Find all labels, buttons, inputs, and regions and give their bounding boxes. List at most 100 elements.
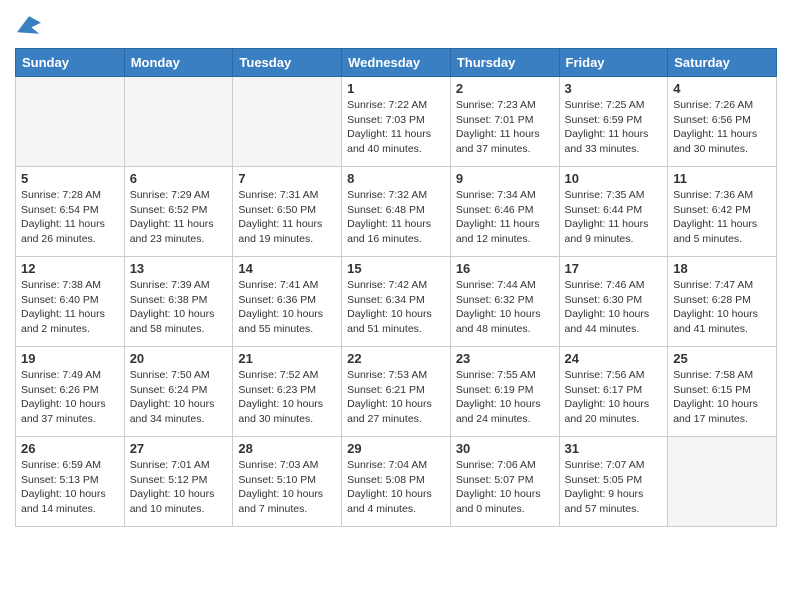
day-number: 10 bbox=[565, 171, 663, 186]
day-number: 19 bbox=[21, 351, 119, 366]
day-info: Sunrise: 7:03 AMSunset: 5:10 PMDaylight:… bbox=[238, 458, 336, 517]
calendar-cell: 15 Sunrise: 7:42 AMSunset: 6:34 PMDayligh… bbox=[342, 257, 451, 347]
calendar-week-2: 5 Sunrise: 7:28 AMSunset: 6:54 PMDaylight… bbox=[16, 167, 777, 257]
calendar-cell: 28 Sunrise: 7:03 AMSunset: 5:10 PMDayligh… bbox=[233, 437, 342, 527]
day-number: 27 bbox=[130, 441, 228, 456]
calendar-cell bbox=[16, 77, 125, 167]
calendar-cell: 9 Sunrise: 7:34 AMSunset: 6:46 PMDaylight… bbox=[450, 167, 559, 257]
day-number: 20 bbox=[130, 351, 228, 366]
calendar-week-4: 19 Sunrise: 7:49 AMSunset: 6:26 PMDayligh… bbox=[16, 347, 777, 437]
day-number: 8 bbox=[347, 171, 445, 186]
calendar-cell: 26 Sunrise: 6:59 AMSunset: 5:13 PMDayligh… bbox=[16, 437, 125, 527]
day-number: 30 bbox=[456, 441, 554, 456]
day-info: Sunrise: 7:28 AMSunset: 6:54 PMDaylight:… bbox=[21, 188, 119, 247]
day-info: Sunrise: 7:29 AMSunset: 6:52 PMDaylight:… bbox=[130, 188, 228, 247]
calendar-cell: 4Sunrise: 7:26 AMSunset: 6:56 PMDaylight… bbox=[668, 77, 777, 167]
calendar-cell: 31 Sunrise: 7:07 AMSunset: 5:05 PMDayligh… bbox=[559, 437, 668, 527]
calendar-cell: 8 Sunrise: 7:32 AMSunset: 6:48 PMDaylight… bbox=[342, 167, 451, 257]
calendar-cell: 27 Sunrise: 7:01 AMSunset: 5:12 PMDayligh… bbox=[124, 437, 233, 527]
day-number: 11 bbox=[673, 171, 771, 186]
calendar-week-3: 12 Sunrise: 7:38 AMSunset: 6:40 PMDayligh… bbox=[16, 257, 777, 347]
calendar-table: SundayMondayTuesdayWednesdayThursdayFrid… bbox=[15, 48, 777, 527]
calendar-cell: 22 Sunrise: 7:53 AMSunset: 6:21 PMDayligh… bbox=[342, 347, 451, 437]
calendar-cell: 13Sunrise: 7:39 AMSunset: 6:38 PMDayligh… bbox=[124, 257, 233, 347]
day-number: 21 bbox=[238, 351, 336, 366]
weekday-header-monday: Monday bbox=[124, 49, 233, 77]
calendar-cell: 10Sunrise: 7:35 AMSunset: 6:44 PMDayligh… bbox=[559, 167, 668, 257]
day-number: 31 bbox=[565, 441, 663, 456]
day-info: Sunrise: 7:50 AMSunset: 6:24 PMDaylight:… bbox=[130, 368, 228, 427]
weekday-header-sunday: Sunday bbox=[16, 49, 125, 77]
calendar-cell: 24Sunrise: 7:56 AMSunset: 6:17 PMDayligh… bbox=[559, 347, 668, 437]
calendar-cell: 17 Sunrise: 7:46 AMSunset: 6:30 PMDayligh… bbox=[559, 257, 668, 347]
day-number: 22 bbox=[347, 351, 445, 366]
day-info: Sunrise: 7:44 AMSunset: 6:32 PMDaylight:… bbox=[456, 278, 554, 337]
calendar-cell: 12 Sunrise: 7:38 AMSunset: 6:40 PMDayligh… bbox=[16, 257, 125, 347]
day-info: Sunrise: 7:22 AMSunset: 7:03 PMDaylight:… bbox=[347, 98, 445, 157]
weekday-header-thursday: Thursday bbox=[450, 49, 559, 77]
day-number: 18 bbox=[673, 261, 771, 276]
day-number: 23 bbox=[456, 351, 554, 366]
calendar-cell: 7 Sunrise: 7:31 AMSunset: 6:50 PMDaylight… bbox=[233, 167, 342, 257]
calendar-cell: 30 Sunrise: 7:06 AMSunset: 5:07 PMDayligh… bbox=[450, 437, 559, 527]
weekday-header-friday: Friday bbox=[559, 49, 668, 77]
calendar-cell: 19 Sunrise: 7:49 AMSunset: 6:26 PMDayligh… bbox=[16, 347, 125, 437]
day-info: Sunrise: 7:25 AMSunset: 6:59 PMDaylight:… bbox=[565, 98, 663, 157]
day-info: Sunrise: 7:34 AMSunset: 6:46 PMDaylight:… bbox=[456, 188, 554, 247]
day-number: 17 bbox=[565, 261, 663, 276]
calendar-cell: 25 Sunrise: 7:58 AMSunset: 6:15 PMDayligh… bbox=[668, 347, 777, 437]
day-number: 14 bbox=[238, 261, 336, 276]
calendar-cell: 18Sunrise: 7:47 AMSunset: 6:28 PMDayligh… bbox=[668, 257, 777, 347]
day-number: 6 bbox=[130, 171, 228, 186]
calendar-cell: 14 Sunrise: 7:41 AMSunset: 6:36 PMDayligh… bbox=[233, 257, 342, 347]
calendar-cell: 20 Sunrise: 7:50 AMSunset: 6:24 PMDayligh… bbox=[124, 347, 233, 437]
day-number: 15 bbox=[347, 261, 445, 276]
day-info: Sunrise: 7:36 AMSunset: 6:42 PMDaylight:… bbox=[673, 188, 771, 247]
calendar-cell: 21 Sunrise: 7:52 AMSunset: 6:23 PMDayligh… bbox=[233, 347, 342, 437]
weekday-header-wednesday: Wednesday bbox=[342, 49, 451, 77]
calendar-week-1: 1Sunrise: 7:22 AMSunset: 7:03 PMDaylight… bbox=[16, 77, 777, 167]
calendar-cell bbox=[233, 77, 342, 167]
day-number: 12 bbox=[21, 261, 119, 276]
day-info: Sunrise: 6:59 AMSunset: 5:13 PMDaylight:… bbox=[21, 458, 119, 517]
day-info: Sunrise: 7:38 AMSunset: 6:40 PMDaylight:… bbox=[21, 278, 119, 337]
day-number: 4 bbox=[673, 81, 771, 96]
day-info: Sunrise: 7:07 AMSunset: 5:05 PMDaylight:… bbox=[565, 458, 663, 517]
day-info: Sunrise: 7:58 AMSunset: 6:15 PMDaylight:… bbox=[673, 368, 771, 427]
day-number: 25 bbox=[673, 351, 771, 366]
logo-bird-icon bbox=[17, 15, 41, 35]
day-info: Sunrise: 7:32 AMSunset: 6:48 PMDaylight:… bbox=[347, 188, 445, 247]
day-info: Sunrise: 7:01 AMSunset: 5:12 PMDaylight:… bbox=[130, 458, 228, 517]
page-header bbox=[15, 10, 777, 40]
calendar-cell: 29 Sunrise: 7:04 AMSunset: 5:08 PMDayligh… bbox=[342, 437, 451, 527]
day-number: 16 bbox=[456, 261, 554, 276]
day-number: 5 bbox=[21, 171, 119, 186]
weekday-header-saturday: Saturday bbox=[668, 49, 777, 77]
day-info: Sunrise: 7:49 AMSunset: 6:26 PMDaylight:… bbox=[21, 368, 119, 427]
day-number: 24 bbox=[565, 351, 663, 366]
calendar-cell: 5 Sunrise: 7:28 AMSunset: 6:54 PMDaylight… bbox=[16, 167, 125, 257]
day-info: Sunrise: 7:42 AMSunset: 6:34 PMDaylight:… bbox=[347, 278, 445, 337]
day-info: Sunrise: 7:31 AMSunset: 6:50 PMDaylight:… bbox=[238, 188, 336, 247]
day-number: 13 bbox=[130, 261, 228, 276]
day-info: Sunrise: 7:46 AMSunset: 6:30 PMDaylight:… bbox=[565, 278, 663, 337]
day-info: Sunrise: 7:06 AMSunset: 5:07 PMDaylight:… bbox=[456, 458, 554, 517]
day-info: Sunrise: 7:52 AMSunset: 6:23 PMDaylight:… bbox=[238, 368, 336, 427]
calendar-cell bbox=[124, 77, 233, 167]
calendar-cell: 23Sunrise: 7:55 AMSunset: 6:19 PMDayligh… bbox=[450, 347, 559, 437]
day-number: 3 bbox=[565, 81, 663, 96]
calendar-cell: 1Sunrise: 7:22 AMSunset: 7:03 PMDaylight… bbox=[342, 77, 451, 167]
day-number: 26 bbox=[21, 441, 119, 456]
calendar-cell: 6 Sunrise: 7:29 AMSunset: 6:52 PMDaylight… bbox=[124, 167, 233, 257]
day-info: Sunrise: 7:53 AMSunset: 6:21 PMDaylight:… bbox=[347, 368, 445, 427]
calendar-week-5: 26 Sunrise: 6:59 AMSunset: 5:13 PMDayligh… bbox=[16, 437, 777, 527]
day-info: Sunrise: 7:41 AMSunset: 6:36 PMDaylight:… bbox=[238, 278, 336, 337]
weekday-header-tuesday: Tuesday bbox=[233, 49, 342, 77]
calendar-cell: 11 Sunrise: 7:36 AMSunset: 6:42 PMDayligh… bbox=[668, 167, 777, 257]
day-number: 28 bbox=[238, 441, 336, 456]
day-info: Sunrise: 7:04 AMSunset: 5:08 PMDaylight:… bbox=[347, 458, 445, 517]
day-number: 2 bbox=[456, 81, 554, 96]
day-number: 9 bbox=[456, 171, 554, 186]
day-number: 29 bbox=[347, 441, 445, 456]
day-number: 7 bbox=[238, 171, 336, 186]
